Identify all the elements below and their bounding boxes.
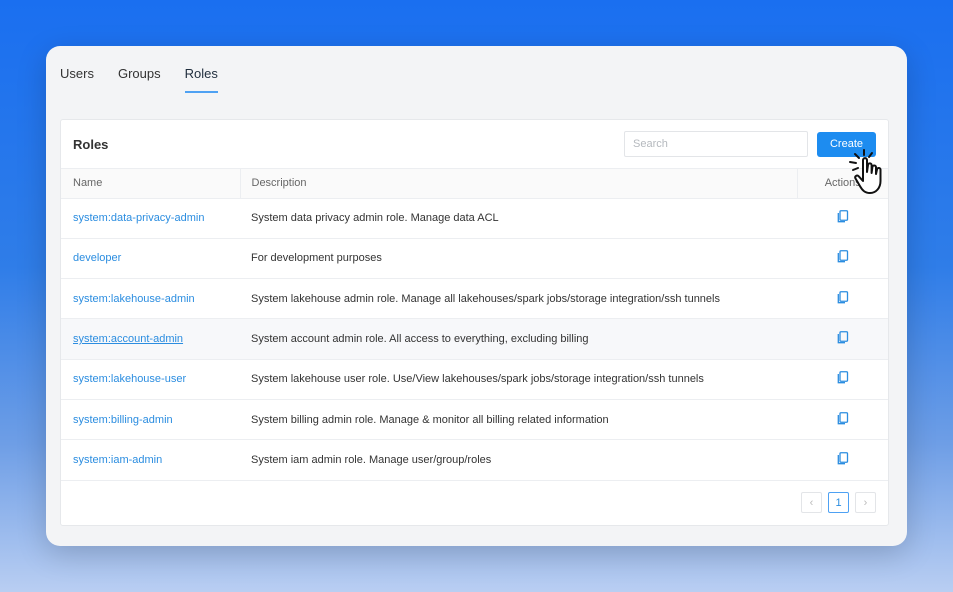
- tab-users[interactable]: Users: [60, 64, 94, 93]
- column-header-actions: Actions: [797, 169, 888, 199]
- roles-table: Name Description Actions system:data-pri…: [61, 169, 888, 481]
- pagination: ‹ 1 ›: [801, 492, 876, 513]
- table-row: system:billing-admin System billing admi…: [61, 399, 888, 440]
- tab-roles[interactable]: Roles: [184, 64, 219, 93]
- roles-window: Users Groups Roles Roles Create Name Des…: [46, 46, 907, 546]
- copy-icon[interactable]: [837, 371, 849, 384]
- role-description: System iam admin role. Manage user/group…: [251, 453, 492, 466]
- role-name-link[interactable]: system:iam-admin: [73, 454, 162, 466]
- search-input[interactable]: [624, 131, 808, 157]
- panel-header: Roles Create: [61, 120, 888, 169]
- next-page-button[interactable]: ›: [855, 492, 876, 513]
- copy-icon[interactable]: [837, 452, 849, 465]
- table-header-row: Name Description Actions: [61, 169, 888, 199]
- tab-bar: Users Groups Roles: [60, 64, 242, 93]
- table-row: system:iam-admin System iam admin role. …: [61, 440, 888, 481]
- role-description: For development purposes: [251, 252, 382, 265]
- role-description: System lakehouse user role. Use/View lak…: [251, 373, 704, 386]
- roles-panel: Roles Create Name Description Actions sy…: [60, 119, 889, 526]
- create-button[interactable]: Create: [817, 131, 876, 157]
- panel-title: Roles: [73, 136, 109, 152]
- role-name-link[interactable]: developer: [73, 252, 121, 264]
- role-description: System data privacy admin role. Manage d…: [251, 212, 499, 225]
- role-name-link[interactable]: system:lakehouse-user: [73, 373, 186, 385]
- copy-icon[interactable]: [837, 210, 849, 223]
- table-row: system:lakehouse-admin System lakehouse …: [61, 279, 888, 319]
- role-name-link[interactable]: system:billing-admin: [73, 414, 173, 426]
- table-row: system:data-privacy-admin System data pr…: [61, 198, 888, 239]
- copy-icon[interactable]: [837, 290, 849, 304]
- role-name-link[interactable]: system:account-admin: [73, 333, 183, 345]
- column-header-name: Name: [61, 169, 241, 199]
- prev-page-button[interactable]: ‹: [801, 492, 822, 513]
- copy-icon[interactable]: [837, 331, 849, 344]
- copy-icon[interactable]: [837, 411, 849, 425]
- table-row: developer For development purposes: [61, 238, 888, 279]
- table-row: system:lakehouse-user System lakehouse u…: [61, 359, 888, 400]
- role-description: System lakehouse admin role. Manage all …: [251, 292, 720, 305]
- role-name-link[interactable]: system:lakehouse-admin: [73, 293, 195, 305]
- role-description: System billing admin role. Manage & moni…: [251, 413, 609, 426]
- column-header-description: Description: [240, 169, 798, 199]
- table-row: system:account-admin System account admi…: [61, 318, 888, 360]
- tab-groups[interactable]: Groups: [118, 64, 161, 93]
- role-description: System account admin role. All access to…: [251, 333, 589, 346]
- copy-icon[interactable]: [837, 250, 849, 263]
- page-number-button[interactable]: 1: [828, 492, 849, 513]
- role-name-link[interactable]: system:data-privacy-admin: [73, 212, 204, 224]
